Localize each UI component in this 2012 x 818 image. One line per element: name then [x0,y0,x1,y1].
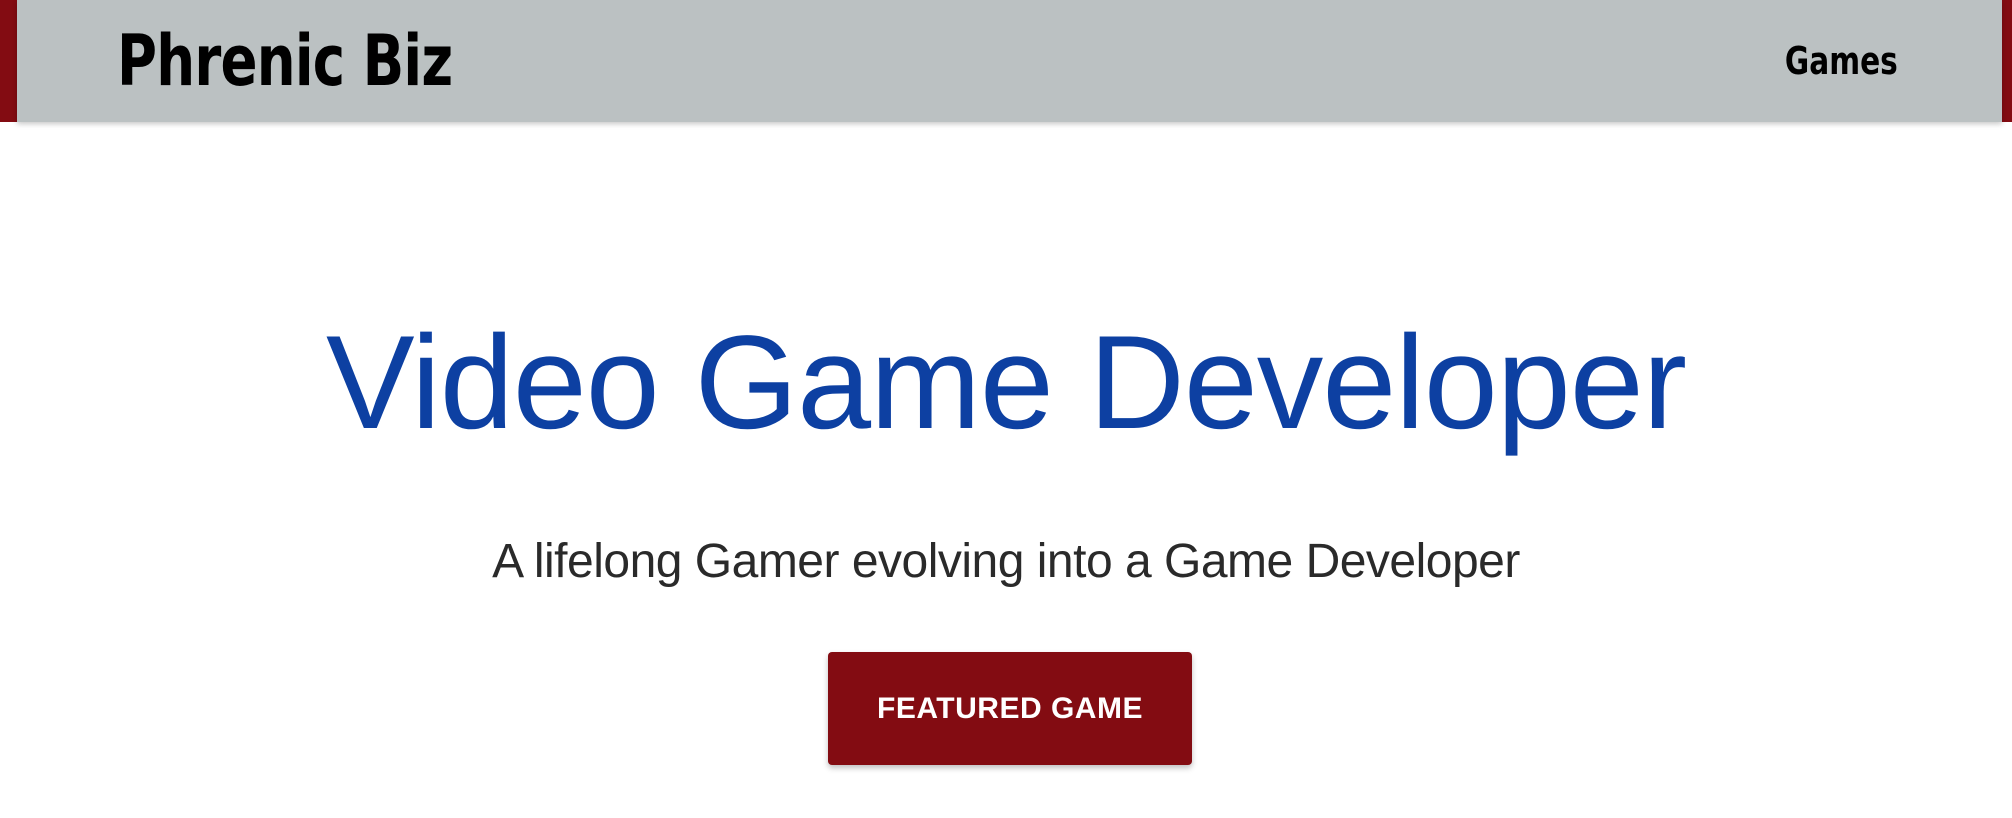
hero-subtitle: A lifelong Gamer evolving into a Game De… [492,535,1520,588]
nav-link-games[interactable]: Games [1785,39,1898,83]
brand-logo-link[interactable]: Phrenic Biz [117,20,453,102]
featured-game-button[interactable]: FEATURED GAME [828,652,1192,765]
top-navbar: Phrenic Biz Games [17,0,2002,122]
accent-bar-left [0,0,17,122]
accent-bar-right [2002,0,2012,122]
hero-title: Video Game Developer [325,309,1687,457]
